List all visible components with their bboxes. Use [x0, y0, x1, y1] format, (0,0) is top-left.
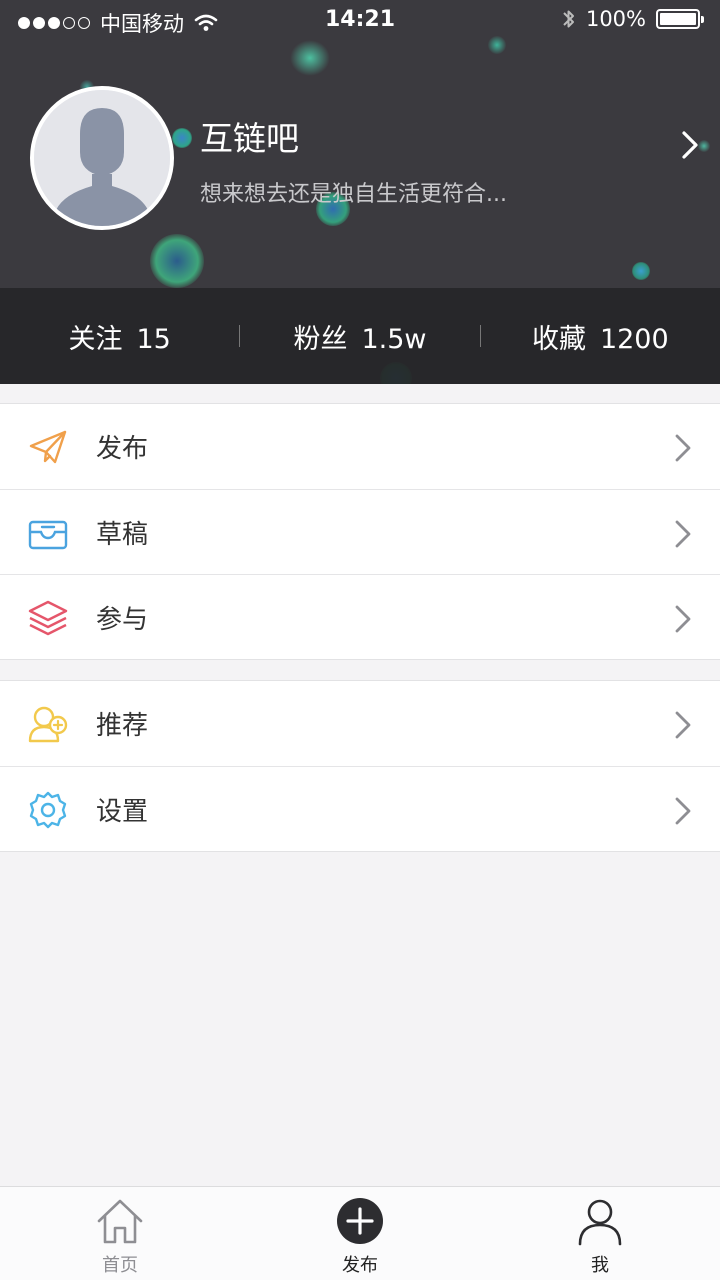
chevron-right-icon [675, 711, 691, 739]
inbox-tray-icon [28, 520, 68, 550]
tab-publish[interactable]: 发布 [240, 1187, 480, 1280]
menu-item-publish[interactable]: 发布 [0, 404, 720, 489]
stat-label: 粉丝 [293, 323, 348, 355]
paper-plane-icon [29, 430, 67, 464]
user-silhouette-icon [34, 90, 170, 226]
menu-item-recommend[interactable]: 推荐 [0, 681, 720, 766]
gear-icon [29, 791, 67, 829]
bluetooth-icon [563, 10, 574, 28]
stat-value: 15 [136, 323, 171, 355]
layers-icon [28, 600, 68, 636]
stat-value: 1200 [599, 323, 669, 355]
battery-icon [656, 9, 704, 29]
stat-label: 关注 [68, 323, 123, 355]
menu-item-settings[interactable]: 设置 [0, 766, 720, 851]
profile-card[interactable]: 互链吧 想来想去还是独自生活更符合... [30, 86, 700, 232]
stat-label: 收藏 [531, 323, 586, 355]
battery-percent: 100% [585, 7, 646, 31]
menu-group-primary: 发布 草稿 参与 [0, 403, 720, 660]
chevron-right-icon [675, 520, 691, 548]
chevron-right-icon [675, 797, 691, 825]
menu-item-participate[interactable]: 参与 [0, 574, 720, 659]
stats-bar: 关注 15 粉丝 1.5w 收藏 1200 [0, 288, 720, 384]
chevron-right-icon[interactable] [680, 130, 700, 160]
decorative-bubble [632, 262, 650, 280]
stat-value: 1.5w [361, 323, 427, 355]
profile-name: 互链吧 [200, 119, 299, 158]
profile-header: 中国移动 14:21 100% 互链吧 想来想去还是独自生活更符合... 关注 … [0, 0, 720, 384]
stat-followers[interactable]: 粉丝 1.5w [240, 317, 479, 356]
menu-item-drafts[interactable]: 草稿 [0, 489, 720, 574]
chevron-right-icon [675, 434, 691, 462]
tab-bar: 首页 发布 我 [0, 1186, 720, 1280]
menu-item-label: 参与 [96, 604, 149, 635]
tab-me[interactable]: 我 [480, 1187, 720, 1280]
tab-label: 首页 [102, 1255, 138, 1276]
plus-circle-icon [337, 1198, 383, 1244]
tab-label: 发布 [342, 1255, 378, 1276]
user-icon [578, 1199, 622, 1246]
stat-favorites[interactable]: 收藏 1200 [481, 317, 720, 356]
status-bar: 中国移动 14:21 100% [0, 0, 720, 40]
tab-label: 我 [591, 1255, 609, 1276]
decorative-bubble [290, 40, 330, 76]
chevron-right-icon [675, 605, 691, 633]
menu-item-label: 设置 [96, 796, 149, 827]
menu-item-label: 草稿 [96, 519, 149, 550]
home-icon [97, 1199, 143, 1244]
menu-item-label: 推荐 [96, 711, 149, 741]
menu-item-label: 发布 [96, 434, 149, 464]
stat-following[interactable]: 关注 15 [0, 317, 239, 356]
menu-group-secondary: 推荐 设置 [0, 680, 720, 852]
profile-bio: 想来想去还是独自生活更符合... [200, 182, 507, 207]
avatar[interactable] [30, 86, 174, 230]
add-friend-icon [28, 706, 68, 743]
status-bar-right: 100% [562, 7, 704, 31]
decorative-bubble [150, 234, 204, 288]
tab-home[interactable]: 首页 [0, 1187, 240, 1280]
